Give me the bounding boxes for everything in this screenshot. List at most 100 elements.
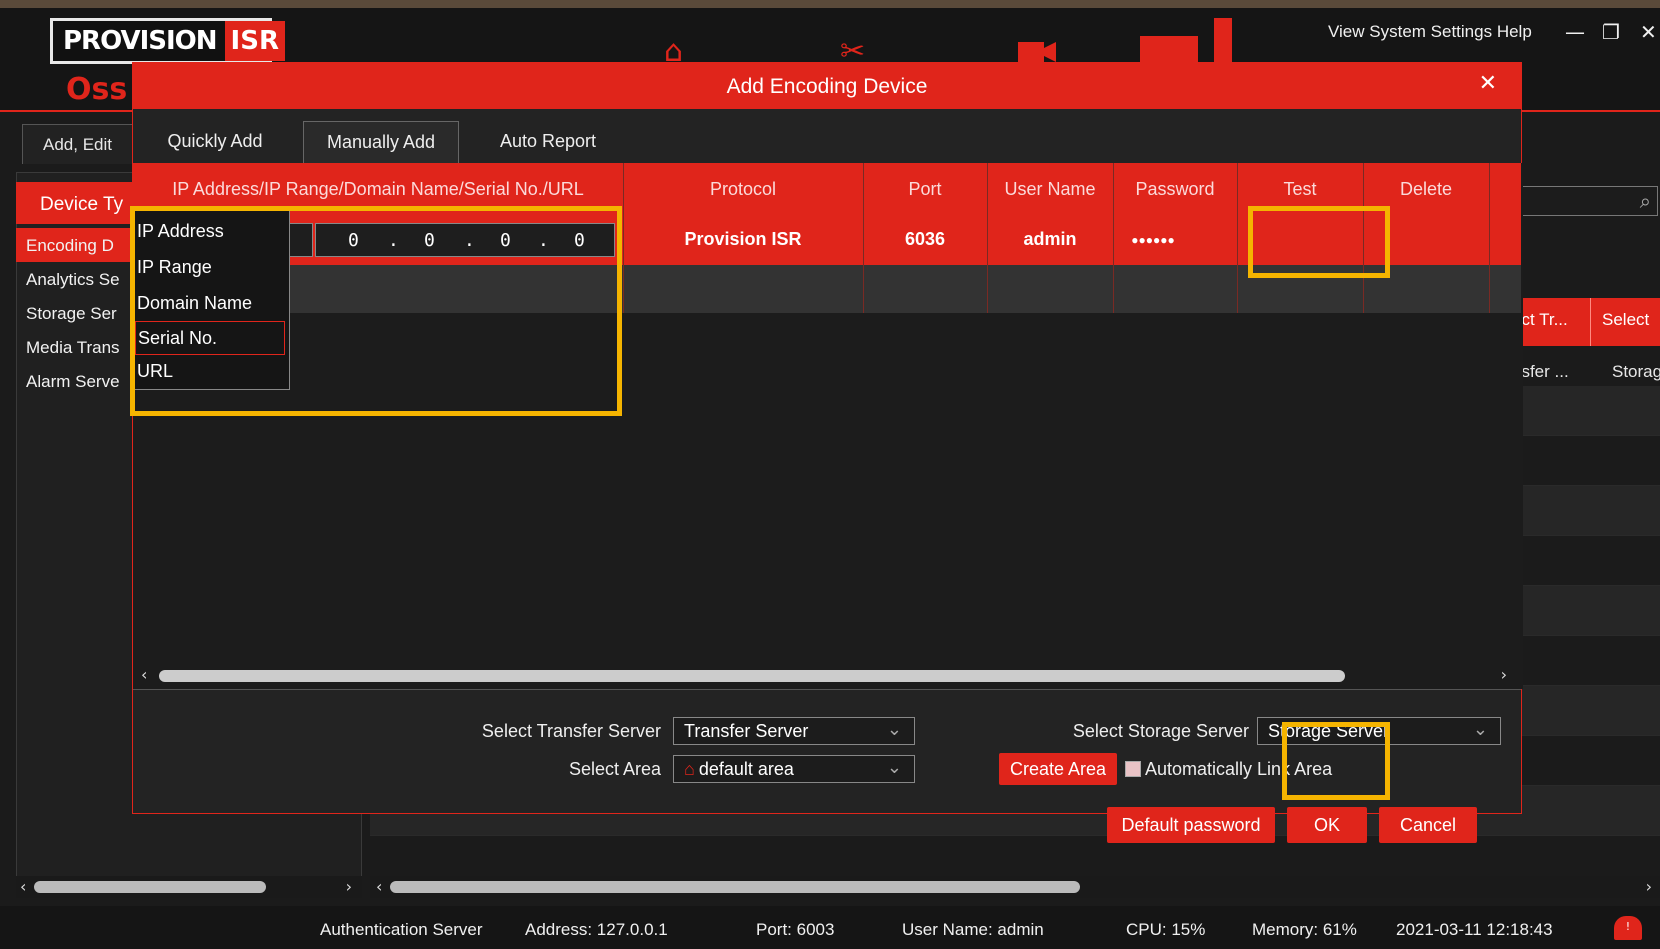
datetime: 2021-03-11 12:18:43 xyxy=(1396,920,1553,939)
tab-auto-report[interactable]: Auto Report xyxy=(473,121,623,163)
restore-icon[interactable]: ❐ xyxy=(1602,20,1620,44)
system-menu[interactable]: View System Settings Help xyxy=(1328,22,1532,42)
column-divider xyxy=(623,163,624,313)
device-entry-grid: IP Address/IP Range/Domain Name/Serial N… xyxy=(133,163,1523,689)
password-value[interactable]: ●●●●●● xyxy=(1113,233,1193,247)
transfer-server-select[interactable]: Transfer Server ⌄ xyxy=(673,717,915,745)
scroll-left-icon[interactable]: ‹ xyxy=(141,665,147,684)
footer-divider xyxy=(133,689,1521,690)
test-cell[interactable] xyxy=(1241,219,1361,261)
scrollbar-thumb[interactable] xyxy=(159,670,1345,682)
grid-header: IP Address/IP Range/Domain Name/Serial N… xyxy=(133,163,1521,215)
auto-link-area-checkbox[interactable] xyxy=(1125,761,1141,777)
add-encoding-device-dialog: Add Encoding Device ✕ Quickly Add Manual… xyxy=(132,62,1523,843)
column-password: Password xyxy=(1135,179,1215,199)
ok-button[interactable]: OK xyxy=(1287,807,1367,843)
transfer-server-value: Transfer Server xyxy=(684,721,809,741)
cpu-usage: CPU: 15% xyxy=(1126,920,1206,939)
scrollbar-thumb[interactable] xyxy=(390,881,1080,893)
home-icon: ⌂ xyxy=(684,759,695,779)
alarm-bell-icon[interactable]: ! xyxy=(1614,916,1642,940)
create-area-button[interactable]: Create Area xyxy=(999,753,1117,785)
chevron-down-icon: ⌄ xyxy=(1472,719,1488,739)
memory-usage: Memory: 61% xyxy=(1252,920,1357,939)
column-divider xyxy=(1113,163,1114,313)
area-select[interactable]: ⌂ default area ⌄ xyxy=(673,755,915,783)
ip-dot: . xyxy=(388,230,399,251)
area-label: Select Area xyxy=(568,759,661,779)
option-ip-address[interactable]: IP Address xyxy=(135,215,285,249)
scrollbar-thumb[interactable] xyxy=(34,881,266,893)
column-divider xyxy=(863,163,864,313)
status-bar: Authentication Server Address: 127.0.0.1… xyxy=(0,906,1660,949)
ip-octet-4: 0 xyxy=(574,230,585,251)
column-divider xyxy=(1590,298,1591,346)
column-divider xyxy=(1489,163,1490,313)
storage-server-select[interactable]: Storage Server ⌄ xyxy=(1257,717,1501,745)
column-user-name: User Name xyxy=(1004,179,1096,199)
monitor-icon-svg xyxy=(1140,18,1232,64)
chevron-down-icon: ⌄ xyxy=(886,719,902,739)
column-address: IP Address/IP Range/Domain Name/Serial N… xyxy=(172,179,584,199)
list-hscrollbar[interactable]: ‹ › xyxy=(370,876,1660,898)
search-input[interactable]: ⌕ xyxy=(1508,186,1658,216)
option-serial-no[interactable]: Serial No. xyxy=(135,321,285,355)
scroll-right-icon[interactable]: › xyxy=(1501,665,1507,684)
chevron-down-icon: ⌄ xyxy=(886,757,902,777)
minimize-icon[interactable]: — xyxy=(1565,20,1585,44)
tab-manually-add[interactable]: Manually Add xyxy=(303,121,459,163)
cancel-button[interactable]: Cancel xyxy=(1379,807,1477,843)
transfer-server-label: Select Transfer Server xyxy=(481,721,661,741)
provision-logo: PROVISION ISR xyxy=(50,18,285,64)
search-icon: ⌕ xyxy=(1639,189,1651,213)
close-window-icon[interactable]: ✕ xyxy=(1640,20,1657,44)
option-url[interactable]: URL xyxy=(135,355,285,389)
close-icon[interactable]: ✕ xyxy=(1479,71,1497,96)
storage-server-label: Select Storage Server xyxy=(1072,721,1249,741)
sidebar-hscrollbar[interactable]: ‹ › xyxy=(16,876,362,898)
scroll-right-icon[interactable]: › xyxy=(1646,877,1652,896)
sidebar-item-storage[interactable]: Storage Ser xyxy=(26,304,117,324)
empty-row xyxy=(133,265,1521,313)
scroll-left-icon[interactable]: ‹ xyxy=(376,877,382,896)
column-test: Test xyxy=(1283,179,1317,199)
grid-hscrollbar[interactable]: ‹ › xyxy=(141,665,1513,685)
option-ip-range[interactable]: IP Range xyxy=(135,251,285,285)
column-divider xyxy=(1237,163,1238,313)
address-type-dropdown: IP Address IP Range Domain Name Serial N… xyxy=(130,210,290,390)
sidebar-item-analytics[interactable]: Analytics Se xyxy=(26,270,120,290)
auth-server-port: Port: 6003 xyxy=(756,920,835,939)
ip-address-input[interactable]: 0 . 0 . 0 . 0 xyxy=(315,223,615,257)
sidebar-item-alarm[interactable]: Alarm Serve xyxy=(26,372,120,392)
scroll-right-icon[interactable]: › xyxy=(346,877,352,896)
ip-dot: . xyxy=(538,230,549,251)
option-domain-name[interactable]: Domain Name xyxy=(135,287,285,321)
storage-value: Storag xyxy=(1612,362,1660,381)
auto-link-area-label: Automatically Link Area xyxy=(1145,759,1333,779)
port-value[interactable]: 6036 xyxy=(863,229,987,250)
top-accent-line xyxy=(0,0,1660,8)
username-value[interactable]: admin xyxy=(987,229,1113,250)
column-delete: Delete xyxy=(1399,179,1453,199)
protocol-value[interactable]: Provision ISR xyxy=(623,229,863,250)
ip-octet-2: 0 xyxy=(424,230,435,251)
ip-dot: . xyxy=(464,230,475,251)
status-user-name: User Name: admin xyxy=(902,920,1044,939)
tab-add-edit[interactable]: Add, Edit xyxy=(22,124,140,164)
area-value: default area xyxy=(698,759,794,779)
app-name: Oss xyxy=(66,72,128,107)
sidebar-item-media[interactable]: Media Trans xyxy=(26,338,120,358)
column-select-storage[interactable]: Select xyxy=(1602,310,1649,330)
ip-octet-1: 0 xyxy=(348,230,359,251)
storage-server-value: Storage Server xyxy=(1268,721,1390,741)
tab-quickly-add[interactable]: Quickly Add xyxy=(147,121,283,163)
column-divider xyxy=(987,163,988,313)
device-row: 0 . 0 . 0 . 0 Provision ISR 6036 admin ●… xyxy=(133,215,1521,265)
column-divider xyxy=(1363,163,1364,313)
auth-server-address: Address: 127.0.0.1 xyxy=(525,920,668,939)
default-password-button[interactable]: Default password xyxy=(1107,807,1275,843)
ip-octet-3: 0 xyxy=(500,230,511,251)
logo-isr: ISR xyxy=(224,21,285,61)
auth-server-label: Authentication Server xyxy=(320,920,483,939)
scroll-left-icon[interactable]: ‹ xyxy=(20,877,26,896)
